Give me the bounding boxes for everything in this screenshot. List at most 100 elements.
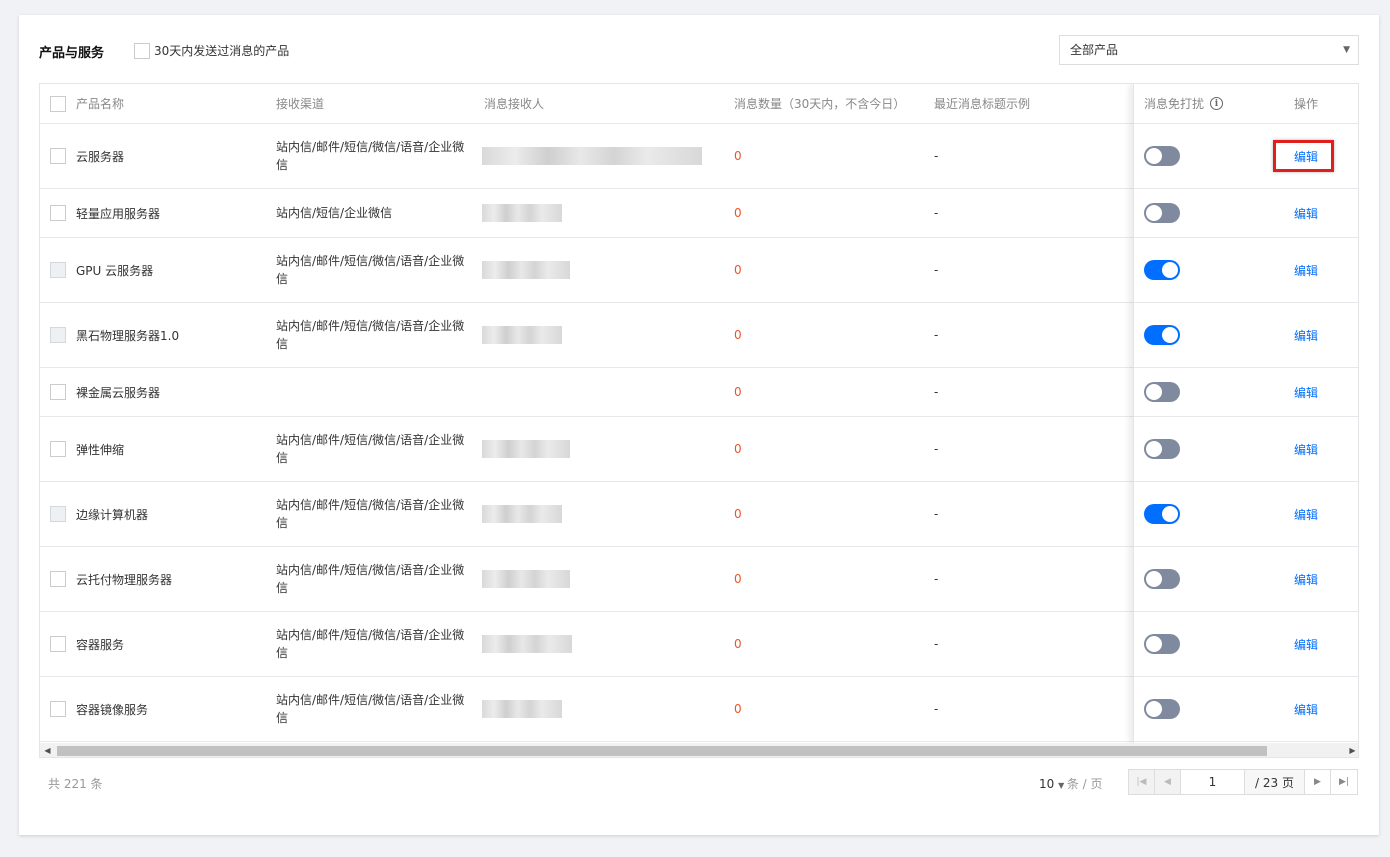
dnd-toggle[interactable]	[1144, 634, 1180, 654]
fixed-header: 消息免打扰 i 操作	[1134, 84, 1358, 124]
info-icon[interactable]: i	[1210, 97, 1224, 110]
main-card: 产品与服务 30天内发送过消息的产品 全部产品 ▼ 产品名称 接收渠道 消息接收…	[19, 15, 1379, 835]
page-input[interactable]: 1	[1181, 770, 1245, 794]
row-checkbox[interactable]	[50, 571, 66, 587]
total-pages: / 23 页	[1245, 770, 1305, 794]
toggle-knob	[1146, 571, 1162, 587]
edit-link[interactable]: 编辑	[1294, 327, 1318, 344]
row-checkbox[interactable]	[50, 384, 66, 400]
fixed-row: 编辑	[1134, 189, 1358, 238]
scroll-left-icon[interactable]: ◀	[40, 743, 55, 757]
dnd-toggle[interactable]	[1144, 382, 1180, 402]
horizontal-scrollbar[interactable]: ◀ ▶	[40, 743, 1358, 757]
receiver-redacted	[482, 204, 562, 222]
dnd-toggle[interactable]	[1144, 325, 1180, 345]
last-page-icon[interactable]: ▶|	[1331, 770, 1357, 794]
col-sample: 最近消息标题示例	[934, 97, 1031, 111]
fixed-row: 编辑	[1134, 677, 1358, 742]
message-count: 0	[734, 206, 742, 220]
receive-channels: 站内信/邮件/短信/微信/语音/企业微信	[276, 433, 465, 465]
sample-title: -	[934, 572, 939, 586]
product-name: 容器服务	[76, 637, 125, 652]
dnd-toggle[interactable]	[1144, 146, 1180, 166]
row-checkbox[interactable]	[50, 205, 66, 221]
message-count: 0	[734, 385, 742, 399]
product-select[interactable]: 全部产品 ▼	[1059, 35, 1359, 65]
receiver-redacted	[482, 505, 562, 523]
receive-channels: 站内信/邮件/短信/微信/语音/企业微信	[276, 693, 465, 725]
sample-title: -	[934, 263, 939, 277]
col-dnd: 消息免打扰 i	[1144, 84, 1224, 123]
edit-link[interactable]: 编辑	[1294, 506, 1318, 523]
row-checkbox[interactable]	[50, 327, 66, 343]
message-count: 0	[734, 572, 742, 586]
row-checkbox[interactable]	[50, 636, 66, 652]
edit-link[interactable]: 编辑	[1294, 205, 1318, 222]
toggle-knob	[1162, 262, 1178, 278]
product-name: 云服务器	[76, 149, 125, 164]
scrollbar-thumb[interactable]	[57, 746, 1267, 756]
scroll-right-icon[interactable]: ▶	[1345, 743, 1358, 757]
dnd-toggle[interactable]	[1144, 504, 1180, 524]
receive-channels: 站内信/邮件/短信/微信/语音/企业微信	[276, 254, 465, 286]
page-size-value: 10	[1039, 777, 1055, 791]
receiver-redacted	[482, 326, 562, 344]
fixed-row: 编辑	[1134, 482, 1358, 547]
product-name: 裸金属云服务器	[76, 385, 161, 400]
product-table: 产品名称 接收渠道 消息接收人 消息数量（30天内，不含今日） 最近消息标题示例…	[39, 83, 1359, 758]
edit-link[interactable]: 编辑	[1294, 701, 1318, 718]
edit-link[interactable]: 编辑	[1294, 571, 1318, 588]
sample-title: -	[934, 206, 939, 220]
col-name: 产品名称	[76, 97, 125, 111]
row-checkbox[interactable]	[50, 701, 66, 717]
next-page-icon[interactable]: ▶	[1305, 770, 1331, 794]
row-checkbox[interactable]	[50, 441, 66, 457]
sample-title: -	[934, 328, 939, 342]
prev-page-icon[interactable]: ◀	[1155, 770, 1181, 794]
product-name: 弹性伸缩	[76, 442, 125, 457]
product-name: 边缘计算机器	[76, 507, 149, 522]
message-count: 0	[734, 507, 742, 521]
select-all-checkbox[interactable]	[50, 95, 66, 112]
sample-title: -	[934, 702, 939, 716]
toggle-knob	[1146, 384, 1162, 400]
receiver-redacted	[482, 700, 562, 718]
receive-channels: 站内信/邮件/短信/微信/语音/企业微信	[276, 498, 465, 530]
fixed-row: 编辑	[1134, 303, 1358, 368]
product-name: 云托付物理服务器	[76, 572, 173, 587]
col-channel: 接收渠道	[276, 97, 325, 111]
edit-link[interactable]: 编辑	[1294, 441, 1318, 458]
first-page-icon[interactable]: |◀	[1129, 770, 1155, 794]
row-checkbox[interactable]	[50, 262, 66, 278]
sample-title: -	[934, 442, 939, 456]
recent-filter-checkbox[interactable]	[134, 42, 150, 59]
edit-link[interactable]: 编辑	[1294, 636, 1318, 653]
receive-channels: 站内信/邮件/短信/微信/语音/企业微信	[276, 140, 465, 172]
sample-title: -	[934, 637, 939, 651]
message-count: 0	[734, 637, 742, 651]
receiver-redacted	[482, 261, 570, 279]
toggle-knob	[1146, 441, 1162, 457]
row-checkbox[interactable]	[50, 506, 66, 522]
receive-channels: 站内信/邮件/短信/微信/语音/企业微信	[276, 563, 465, 595]
page-size-selector[interactable]: 10 ▼ 条 / 页	[1039, 775, 1103, 792]
product-name: 黑石物理服务器1.0	[76, 328, 180, 343]
dnd-toggle[interactable]	[1144, 569, 1180, 589]
dnd-toggle[interactable]	[1144, 699, 1180, 719]
fixed-row: 编辑	[1134, 612, 1358, 677]
recent-filter[interactable]: 30天内发送过消息的产品	[134, 42, 289, 59]
highlight-box	[1273, 140, 1334, 172]
chevron-down-icon: ▼	[1343, 45, 1350, 55]
dnd-toggle[interactable]	[1144, 439, 1180, 459]
edit-link[interactable]: 编辑	[1294, 384, 1318, 401]
row-checkbox[interactable]	[50, 148, 66, 164]
dnd-toggle[interactable]	[1144, 203, 1180, 223]
fixed-row: 编辑	[1134, 417, 1358, 482]
col-receiver: 消息接收人	[484, 97, 545, 111]
fixed-row: 编辑	[1134, 368, 1358, 417]
message-count: 0	[734, 149, 742, 163]
product-name: 轻量应用服务器	[76, 206, 161, 221]
edit-link[interactable]: 编辑	[1294, 262, 1318, 279]
page-size-unit: 条 / 页	[1066, 777, 1103, 791]
dnd-toggle[interactable]	[1144, 260, 1180, 280]
